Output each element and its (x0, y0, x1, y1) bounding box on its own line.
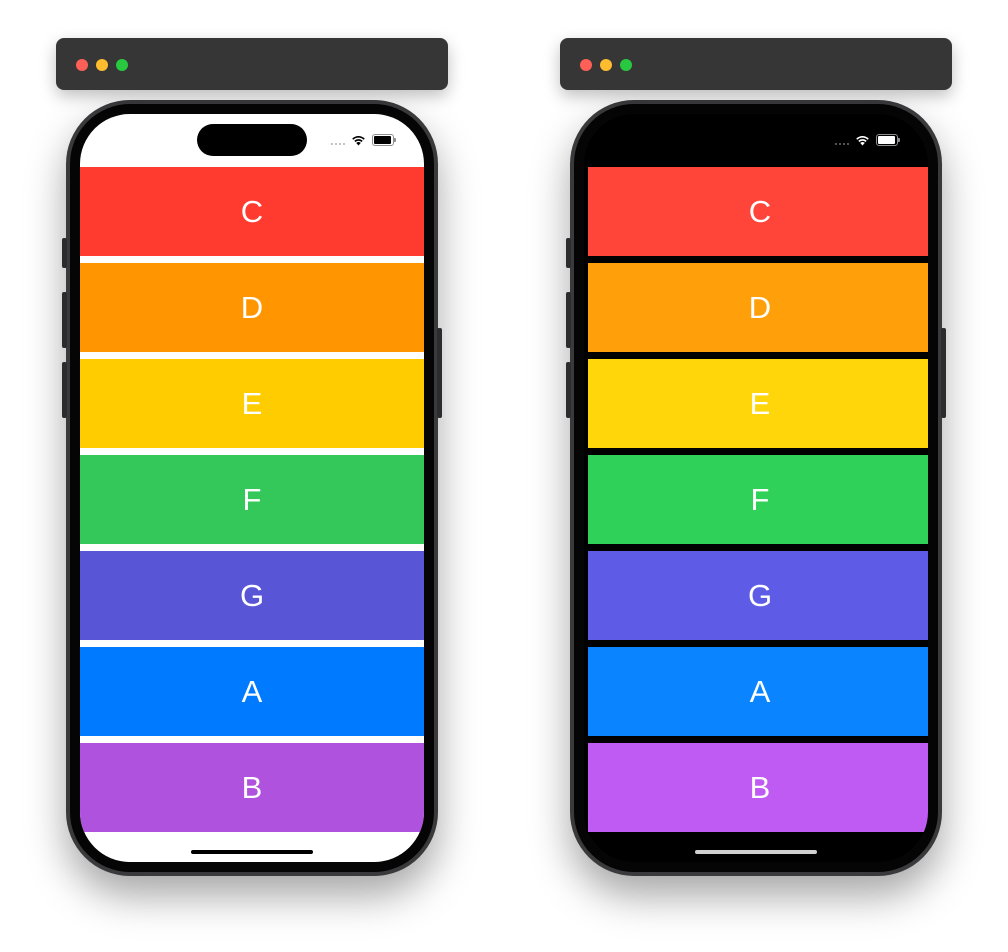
action-button[interactable] (62, 238, 67, 268)
power-button[interactable] (941, 328, 946, 418)
cellular-signal-icon (835, 135, 849, 145)
list-item-c[interactable]: C (80, 167, 424, 256)
minimize-window-icon[interactable] (96, 59, 108, 71)
volume-down-button[interactable] (566, 362, 571, 418)
iphone-device-frame: CDEFGAB (566, 100, 946, 876)
device-screen: CDEFGAB (80, 114, 424, 862)
power-button[interactable] (437, 328, 442, 418)
home-indicator[interactable] (191, 850, 313, 854)
list-item-b[interactable]: B (588, 743, 928, 832)
dynamic-island (197, 124, 307, 156)
status-bar (331, 134, 396, 146)
list-item-e[interactable]: E (588, 359, 928, 448)
wifi-icon (856, 135, 869, 145)
cellular-signal-icon (331, 135, 345, 145)
list-item-d[interactable]: D (80, 263, 424, 352)
close-window-icon[interactable] (580, 59, 592, 71)
action-button[interactable] (566, 238, 571, 268)
battery-icon (876, 134, 900, 146)
home-indicator[interactable] (695, 850, 817, 854)
minimize-window-icon[interactable] (600, 59, 612, 71)
simulator-titlebar (560, 38, 952, 90)
volume-up-button[interactable] (566, 292, 571, 348)
close-window-icon[interactable] (76, 59, 88, 71)
color-list: CDEFGAB (588, 167, 928, 839)
list-item-b[interactable]: B (80, 743, 424, 832)
zoom-window-icon[interactable] (116, 59, 128, 71)
list-item-g[interactable]: G (80, 551, 424, 640)
list-item-f[interactable]: F (80, 455, 424, 544)
volume-down-button[interactable] (62, 362, 67, 418)
list-item-a[interactable]: A (80, 647, 424, 736)
simulator-window-dark: CDEFGAB (560, 38, 952, 888)
list-item-g[interactable]: G (588, 551, 928, 640)
list-item-d[interactable]: D (588, 263, 928, 352)
list-item-a[interactable]: A (588, 647, 928, 736)
simulator-titlebar (56, 38, 448, 90)
dynamic-island (701, 124, 811, 156)
status-bar (835, 134, 900, 146)
battery-icon (372, 134, 396, 146)
list-item-f[interactable]: F (588, 455, 928, 544)
list-item-c[interactable]: C (588, 167, 928, 256)
iphone-device-frame: CDEFGAB (62, 100, 442, 876)
device-screen: CDEFGAB (584, 114, 928, 862)
simulator-window-light: CDEFGAB (56, 38, 448, 888)
list-item-e[interactable]: E (80, 359, 424, 448)
volume-up-button[interactable] (62, 292, 67, 348)
zoom-window-icon[interactable] (620, 59, 632, 71)
wifi-icon (352, 135, 365, 145)
color-list: CDEFGAB (80, 167, 424, 839)
